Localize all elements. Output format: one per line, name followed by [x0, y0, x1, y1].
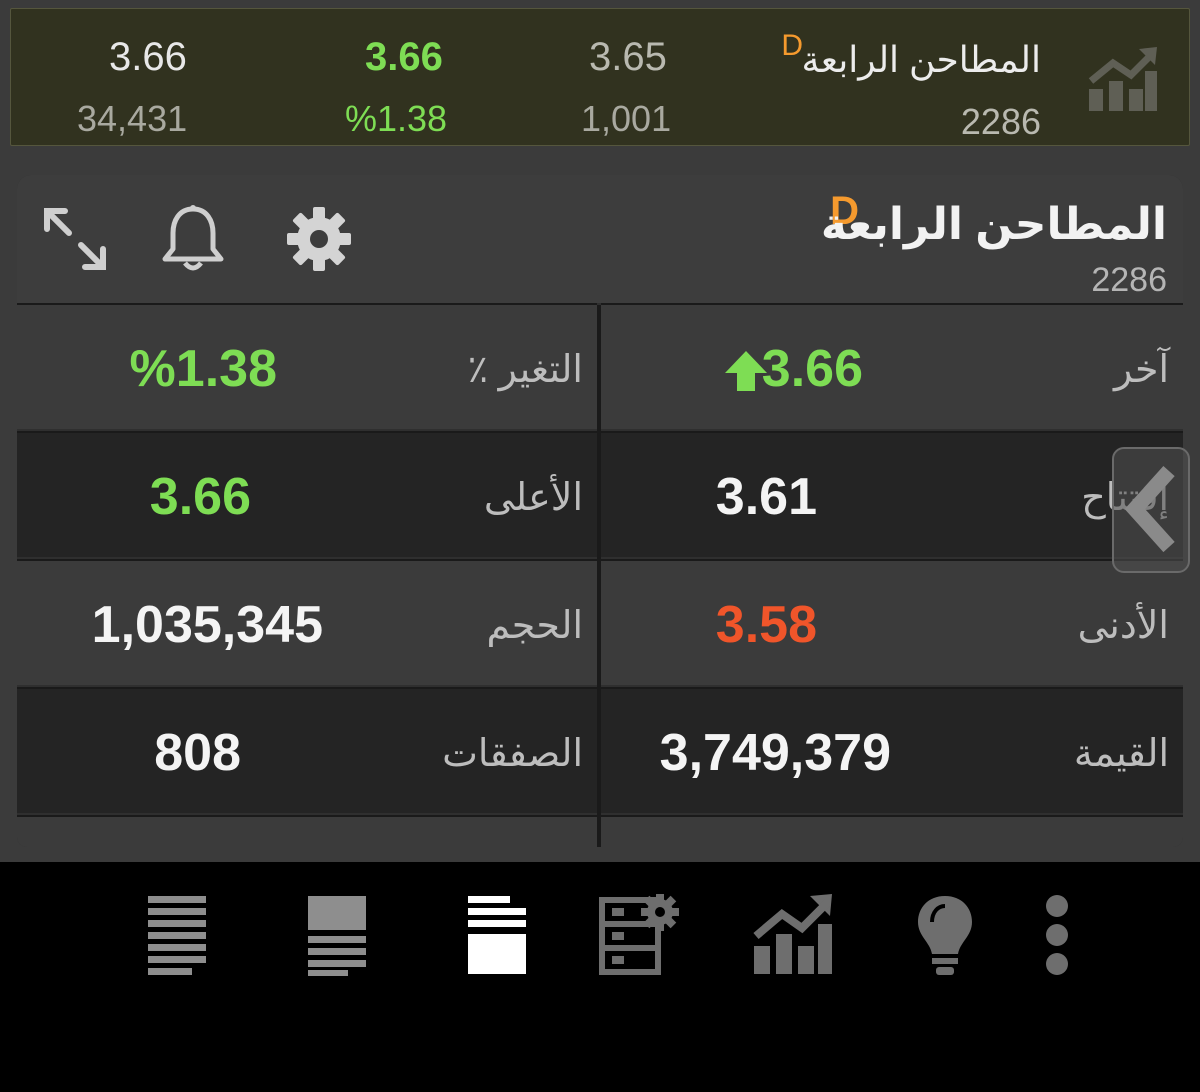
change-cell: التغير ٪ %1.38: [17, 303, 597, 429]
chart-icon[interactable]: [752, 894, 834, 976]
list-icon[interactable]: [146, 894, 208, 976]
open-value: 3.61: [715, 468, 817, 526]
panel-header: D المطاحن الرابعة 2286: [17, 175, 1183, 303]
trades-label: الصفقات: [442, 733, 583, 775]
trades-value: 808: [154, 724, 241, 782]
empty-cell: [597, 815, 1183, 847]
ticker-last: 3.66: [365, 35, 443, 79]
ticker-change: %1.38: [345, 98, 448, 139]
more-icon[interactable]: [1040, 894, 1074, 976]
bottom-nav: [0, 862, 1200, 1092]
high-value: 3.66: [149, 468, 251, 526]
expand-icon[interactable]: [39, 203, 111, 275]
last-value: 3.66: [761, 340, 863, 398]
quote-list-icon[interactable]: [306, 894, 368, 976]
change-label: التغير ٪: [467, 349, 583, 391]
quote-row: آخر 3.66 التغير ٪ %1.38: [17, 303, 1183, 433]
ticker-bar[interactable]: 3.66 34,431 3.66 %1.38 3.65 1,001 D المط…: [10, 8, 1190, 146]
ticker-bid-qty: 1,001: [581, 98, 672, 139]
turnover-label: القيمة: [1073, 733, 1169, 775]
last-cell: آخر 3.66: [597, 303, 1183, 433]
chevron-left-icon: [1124, 466, 1175, 553]
symbol-code: 2286: [1091, 261, 1167, 299]
chart-icon: [1088, 47, 1157, 111]
gear-icon[interactable]: [283, 203, 355, 275]
orderbook-icon[interactable]: [466, 894, 528, 976]
ticker-bid: 3.65: [589, 35, 667, 79]
page-title: المطاحن الرابعة: [820, 200, 1167, 249]
ticker-badge: D: [781, 29, 803, 62]
bell-icon[interactable]: [157, 203, 229, 275]
trades-cell: الصفقات 808: [17, 687, 597, 813]
quote-row: إفتتاح 3.61 الأعلى 3.66: [17, 431, 1183, 561]
low-cell: الأدنى 3.58: [597, 559, 1183, 689]
quote-panel: D المطاحن الرابعة 2286 آخر 3.66 التغير ٪…: [17, 175, 1183, 847]
last-label: آخر: [1113, 349, 1169, 391]
turnover-cell: القيمة 3,749,379: [597, 687, 1183, 817]
ideas-bulb-icon[interactable]: [914, 894, 976, 976]
volume-cell: الحجم 1,035,345: [17, 559, 597, 685]
ticker-name: المطاحن الرابعة: [801, 39, 1041, 80]
high-label: الأعلى: [483, 477, 583, 519]
quote-row: الأدنى 3.58 الحجم 1,035,345: [17, 559, 1183, 689]
quote-row: القيمة 3,749,379 الصفقات 808: [17, 687, 1183, 817]
portfolio-settings-icon[interactable]: [598, 894, 682, 976]
high-cell: الأعلى 3.66: [17, 431, 597, 557]
low-label: الأدنى: [1077, 605, 1169, 647]
ticker-area: 3.66 34,431 3.66 %1.38 3.65 1,001 D المط…: [0, 0, 1200, 158]
open-cell: إفتتاح 3.61: [597, 431, 1183, 561]
ticker-code: 2286: [960, 101, 1041, 142]
change-value: %1.38: [129, 340, 277, 398]
empty-cell: [17, 815, 597, 847]
volume-label: الحجم: [486, 605, 583, 647]
low-value: 3.58: [715, 596, 817, 654]
ticker-ask-qty: 34,431: [77, 98, 188, 139]
arrow-up-icon: [725, 351, 767, 391]
side-panel-toggle[interactable]: [1112, 447, 1190, 573]
turnover-value: 3,749,379: [659, 724, 891, 782]
ticker-ask: 3.66: [109, 35, 187, 79]
quote-row: [17, 815, 1183, 847]
volume-value: 1,035,345: [91, 596, 323, 654]
